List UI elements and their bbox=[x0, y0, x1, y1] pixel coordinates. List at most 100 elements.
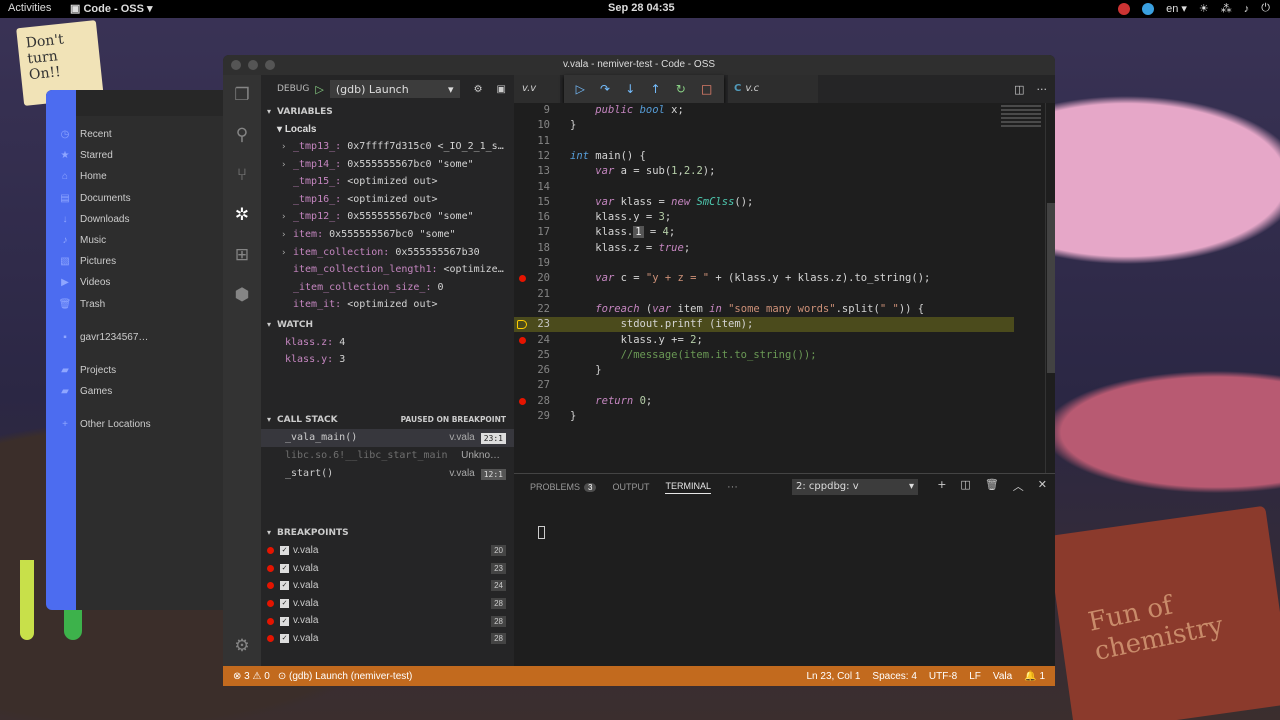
scroll-thumb[interactable] bbox=[1047, 203, 1055, 373]
variable-row[interactable]: _tmp15_: <optimized out> bbox=[261, 173, 514, 191]
variable-row[interactable]: _tmp16_: <optimized out> bbox=[261, 191, 514, 209]
more-panel-tabs[interactable]: ··· bbox=[727, 481, 738, 493]
telegram-icon[interactable] bbox=[1142, 2, 1155, 15]
files-sidebar-item[interactable]: ▶ Videos bbox=[61, 272, 226, 293]
code-line[interactable]: 14 bbox=[514, 180, 1014, 195]
brightness-icon[interactable]: ☀ bbox=[1199, 2, 1209, 15]
network-icon[interactable]: ⁂ bbox=[1221, 2, 1232, 15]
variable-row[interactable]: › _tmp13_: 0x7ffff7d315c0 <_IO_2_1_s… bbox=[261, 138, 514, 156]
breakpoint-item[interactable]: ✓ v.vala 24 bbox=[261, 577, 514, 595]
debug-console-icon[interactable]: ▣ bbox=[497, 84, 506, 95]
app-menu[interactable]: ▣ Code - OSS ▾ bbox=[70, 2, 153, 15]
more-actions-icon[interactable]: ··· bbox=[1037, 83, 1048, 96]
code-line[interactable]: 26 } bbox=[514, 363, 1014, 378]
editor-scrollbar[interactable] bbox=[1045, 103, 1055, 473]
breakpoint-checkbox[interactable]: ✓ bbox=[280, 599, 289, 609]
launch-status[interactable]: ⊙ (gdb) Launch (nemiver-test) bbox=[278, 671, 413, 682]
split-terminal-icon[interactable]: ◫ bbox=[960, 478, 970, 494]
code-line[interactable]: 23 stdout.printf (item); bbox=[514, 317, 1014, 333]
breakpoint-checkbox[interactable]: ✓ bbox=[280, 546, 289, 556]
debug-icon[interactable]: ✲ bbox=[223, 195, 261, 235]
watch-expression[interactable]: klass.z: 4 bbox=[261, 334, 514, 351]
maximize-panel-icon[interactable]: ︿ bbox=[1013, 478, 1024, 494]
locals-scope[interactable]: ▾ Locals bbox=[261, 121, 514, 138]
variable-row[interactable]: item_it: <optimized out> bbox=[261, 296, 514, 314]
files-sidebar-item[interactable]: ▰ Games bbox=[61, 381, 226, 402]
code-line[interactable]: 27 bbox=[514, 378, 1014, 393]
tab-v-c[interactable]: Cv.c bbox=[728, 75, 818, 103]
files-sidebar-item[interactable]: ⌂ Home bbox=[62, 166, 226, 187]
language-indicator[interactable]: en ▾ bbox=[1166, 2, 1187, 15]
extensions-icon[interactable]: ⊞ bbox=[223, 235, 261, 275]
clock[interactable]: Sep 28 04:35 bbox=[608, 2, 675, 14]
code-line[interactable]: 11 bbox=[514, 134, 1014, 149]
files-sidebar-item[interactable]: ↓ Downloads bbox=[63, 209, 226, 230]
code-editor[interactable]: 9 public bool x; 10} 11 12 int main() {13 va… bbox=[514, 103, 1055, 473]
minimize-window-button[interactable] bbox=[248, 60, 258, 70]
callstack-header[interactable]: ▾ CALL STACK PAUSED ON BREAKPOINT bbox=[261, 411, 514, 429]
remote-icon[interactable]: ⬢ bbox=[223, 275, 261, 315]
cursor-position[interactable]: Ln 23, Col 1 bbox=[806, 671, 860, 682]
variable-row[interactable]: › _tmp14_: 0x555555567bc0 "some" bbox=[261, 156, 514, 174]
code-line[interactable]: 29} bbox=[514, 409, 1014, 424]
files-sidebar-item[interactable]: ▪ gavr1234567… bbox=[63, 327, 226, 348]
language-mode[interactable]: Vala bbox=[993, 671, 1012, 682]
code-line[interactable]: 25 //message(item.it.to_string()); bbox=[514, 348, 1014, 363]
files-sidebar-item[interactable]: + Other Locations bbox=[62, 414, 226, 435]
breakpoint-checkbox[interactable]: ✓ bbox=[280, 616, 289, 626]
breakpoint-item[interactable]: ✓ v.vala 28 bbox=[261, 612, 514, 630]
activities-button[interactable]: Activities bbox=[8, 2, 51, 14]
split-editor-icon[interactable]: ◫ bbox=[1014, 83, 1024, 96]
breakpoint-item[interactable]: ✓ v.vala 28 bbox=[261, 630, 514, 648]
watch-header[interactable]: ▾ WATCH bbox=[261, 316, 514, 334]
files-sidebar-item[interactable]: ▧ Pictures bbox=[60, 251, 226, 272]
variables-header[interactable]: ▾ VARIABLES bbox=[261, 103, 514, 121]
breakpoint-checkbox[interactable]: ✓ bbox=[280, 581, 289, 591]
start-debugging-icon[interactable]: ▷ bbox=[315, 83, 323, 96]
variable-row[interactable]: _item_collection_size_: 0 bbox=[261, 279, 514, 297]
code-line[interactable]: 18 klass.z = true; bbox=[514, 241, 1014, 256]
settings-gear-icon[interactable]: ⚙ bbox=[223, 626, 261, 666]
code-line[interactable]: 24 klass.y += 2; bbox=[514, 333, 1014, 348]
files-sidebar-item[interactable]: ▰ Projects bbox=[61, 360, 226, 381]
problems-status[interactable]: ⊗ 3 ⚠ 0 bbox=[233, 671, 270, 682]
step-over-icon[interactable]: ↷ bbox=[600, 82, 610, 96]
code-line[interactable]: 10} bbox=[514, 118, 1014, 133]
tab-problems[interactable]: PROBLEMS 3 bbox=[530, 482, 597, 492]
files-sidebar-item[interactable]: ▤ Documents bbox=[60, 188, 226, 209]
close-window-button[interactable] bbox=[231, 60, 241, 70]
code-line[interactable]: 22 foreach (var item in "some many words… bbox=[514, 302, 1014, 317]
code-line[interactable]: 12 int main() { bbox=[514, 149, 1014, 164]
files-sidebar-item[interactable]: 🗑 Trash bbox=[59, 294, 226, 315]
launch-config-select[interactable]: (gdb) Launch ▾ bbox=[329, 80, 460, 98]
tray-app-icon[interactable] bbox=[1118, 2, 1131, 15]
breakpoints-header[interactable]: ▾ BREAKPOINTS bbox=[261, 524, 514, 542]
terminal-cursor[interactable] bbox=[538, 526, 545, 539]
code-line[interactable]: 17 klass. 1 = 4; bbox=[514, 225, 1014, 240]
files-sidebar-item[interactable]: ◷ Recent bbox=[61, 124, 226, 145]
stack-frame[interactable]: libc.so.6!__libc_start_main Unkno… bbox=[261, 447, 514, 465]
volume-icon[interactable]: ♪ bbox=[1244, 3, 1250, 15]
code-line[interactable]: 16 klass.y = 3; bbox=[514, 210, 1014, 225]
code-line[interactable]: 13 var a = sub(1,2.2); bbox=[514, 164, 1014, 179]
power-icon[interactable]: ⏻ bbox=[1261, 2, 1270, 15]
files-sidebar-item[interactable]: ★ Starred bbox=[61, 145, 226, 166]
step-out-icon[interactable]: ↑ bbox=[651, 82, 661, 96]
variable-row[interactable]: › item_collection: 0x555555567b30 bbox=[261, 244, 514, 262]
debug-settings-gear-icon[interactable]: ⚙ bbox=[474, 84, 483, 95]
new-terminal-icon[interactable]: + bbox=[937, 478, 946, 494]
code-line[interactable]: 21 bbox=[514, 287, 1014, 302]
variable-row[interactable]: › item: 0x555555567bc0 "some" bbox=[261, 226, 514, 244]
close-panel-icon[interactable]: ✕ bbox=[1038, 478, 1047, 494]
breakpoint-checkbox[interactable]: ✓ bbox=[280, 634, 289, 644]
tab-v-vala[interactable]: v.v bbox=[514, 75, 560, 103]
code-line[interactable]: 19 bbox=[514, 256, 1014, 271]
maximize-window-button[interactable] bbox=[265, 60, 275, 70]
restart-icon[interactable]: ↻ bbox=[676, 82, 686, 96]
line-ending[interactable]: LF bbox=[969, 671, 981, 682]
stop-icon[interactable]: □ bbox=[701, 82, 712, 96]
encoding[interactable]: UTF-8 bbox=[929, 671, 957, 682]
watch-expression[interactable]: klass.y: 3 bbox=[261, 351, 514, 368]
stack-frame[interactable]: _start() v.vala 12:1 bbox=[261, 465, 514, 483]
terminal-select[interactable]: 2: cppdbg: v ▾ bbox=[792, 479, 918, 495]
